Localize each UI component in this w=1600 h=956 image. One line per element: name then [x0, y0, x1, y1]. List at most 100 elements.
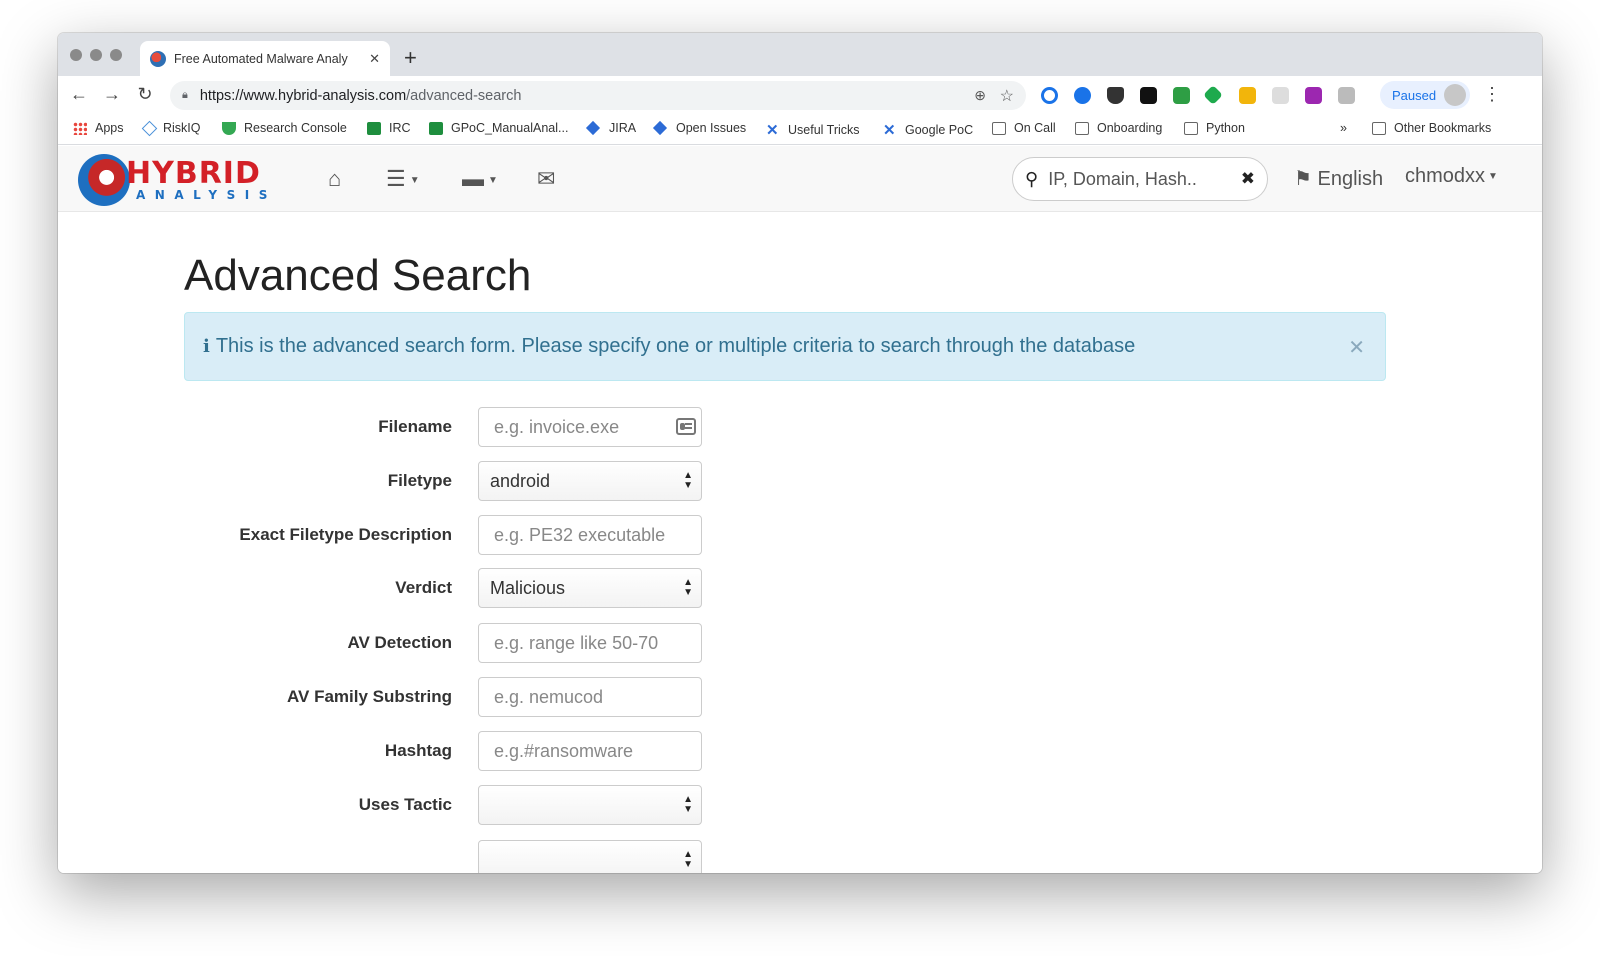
folder-icon — [1372, 121, 1386, 135]
bookmark-label: RiskIQ — [163, 121, 201, 135]
filetype-row: Filetype android ▲ ▼ — [58, 461, 758, 501]
bookmark-other[interactable]: Other Bookmarks — [1372, 121, 1491, 135]
verdict-select[interactable]: Malicious ▲ ▼ — [478, 568, 702, 608]
uses-tactic-select[interactable]: ▲ ▼ — [478, 785, 702, 825]
lock-icon: 🔒︎ — [182, 89, 188, 101]
close-tab-icon[interactable]: ✕ — [369, 51, 380, 67]
flag-icon: ⚑ — [1294, 168, 1312, 190]
bookmark-irc[interactable]: IRC — [367, 121, 411, 135]
alert-text: This is the advanced search form. Please… — [215, 335, 1136, 357]
filetype-description-row: Exact Filetype Description — [58, 515, 758, 555]
info-icon: i — [203, 336, 210, 357]
profile-button[interactable]: Paused — [1380, 81, 1470, 109]
uses-technique-select[interactable]: ▲ ▼ — [478, 840, 702, 873]
browser-toolbar: ← → ↻ 🔒︎ https://www.hybrid-analysis.com… — [58, 76, 1542, 114]
hashtag-input[interactable] — [478, 731, 702, 771]
forward-arrow-icon[interactable]: → — [101, 84, 123, 105]
search-input[interactable] — [1048, 168, 1199, 190]
info-alert: i This is the advanced search form. Plea… — [184, 312, 1386, 381]
bookmark-useful-tricks[interactable]: ✕ Useful Tricks — [766, 121, 860, 139]
zoom-extension-icon[interactable] — [1074, 87, 1091, 104]
filetype-value: android — [490, 470, 551, 491]
folder-dropdown-icon[interactable]: ▬ ▼ — [462, 166, 498, 192]
uses-tactic-row: Uses Tactic ▲ ▼ — [58, 785, 758, 825]
bookmark-label: Other Bookmarks — [1394, 121, 1492, 135]
av-family-input[interactable] — [478, 677, 702, 717]
bookmark-label: Python — [1206, 121, 1245, 135]
filename-row: Filename — [58, 407, 758, 447]
dismiss-alert-icon[interactable]: ✕ — [1348, 335, 1365, 360]
bookmark-riskiq[interactable]: RiskIQ — [141, 120, 201, 136]
filename-input[interactable] — [478, 407, 702, 447]
filetype-select[interactable]: android ▲ ▼ — [478, 461, 702, 501]
uses-technique-row-partial: ▲ ▼ — [58, 840, 758, 873]
hybrid-analysis-logo[interactable]: HYBRID ANALYSIS — [78, 152, 290, 208]
home-icon[interactable]: ⌂ — [328, 166, 341, 192]
bookmark-label: Onboarding — [1097, 121, 1163, 135]
back-arrow-icon[interactable]: ← — [68, 84, 90, 105]
logo-text-top: HYBRID — [126, 156, 261, 191]
pocket-icon[interactable] — [1107, 87, 1124, 104]
select-arrows-icon: ▲ ▼ — [683, 849, 693, 870]
tab-title: Free Automated Malware Analy — [174, 51, 348, 66]
reload-icon[interactable]: ↻ — [134, 84, 156, 105]
jira-icon — [652, 120, 668, 136]
close-window-button[interactable] — [70, 49, 82, 61]
notes-extension-icon[interactable] — [1239, 87, 1256, 104]
bookmarks-overflow-icon[interactable]: » — [1340, 121, 1347, 135]
av-detection-row: AV Detection — [58, 623, 758, 663]
bookmark-apps[interactable]: Apps — [73, 121, 124, 135]
minimize-window-button[interactable] — [90, 49, 102, 61]
filename-label: Filename — [378, 417, 452, 436]
filetype-label: Filetype — [387, 471, 452, 490]
jira-icon — [585, 120, 601, 136]
select-arrows-icon: ▲ ▼ — [683, 577, 693, 598]
expand-extension-icon[interactable] — [1272, 87, 1289, 104]
bookmark-label: Research Console — [244, 121, 347, 135]
bookmark-google-poc[interactable]: ✕ Google PoC — [883, 121, 973, 139]
medium-icon[interactable] — [1140, 87, 1157, 104]
bookmark-onboarding[interactable]: Onboarding — [1075, 121, 1162, 135]
menu-kebab-icon[interactable]: ⋮ — [1483, 84, 1501, 105]
av-detection-label: AV Detection — [347, 633, 452, 652]
bookmark-label: Useful Tricks — [788, 123, 860, 137]
bookmark-label: GPoC_ManualAnal... — [451, 121, 569, 135]
badge-extension-icon[interactable] — [1305, 87, 1322, 104]
av-family-row: AV Family Substring — [58, 677, 758, 717]
bookmark-on-call[interactable]: On Call — [992, 121, 1056, 135]
grey-extension-icon[interactable] — [1338, 87, 1355, 104]
clear-search-icon[interactable]: ✖ — [1241, 169, 1255, 189]
new-tab-button[interactable]: + — [404, 45, 417, 71]
list-dropdown-icon[interactable]: ☰ ▼ — [386, 166, 420, 192]
active-tab[interactable]: Free Automated Malware Analy ✕ — [140, 41, 390, 76]
site-navbar: HYBRID ANALYSIS ⌂ ☰▼ ▬▼ ✉ ⚲ ✖ ⚑ English … — [58, 146, 1542, 212]
envelope-icon[interactable]: ✉ — [537, 166, 555, 192]
riskiq-icon — [141, 120, 158, 136]
bookmark-star-icon[interactable]: ☆ — [1000, 86, 1014, 106]
bookmark-label: IRC — [389, 121, 411, 135]
bookmark-gpoc[interactable]: GPoC_ManualAnal... — [429, 121, 568, 135]
filetype-description-input[interactable] — [478, 515, 702, 555]
bookmark-label: Apps — [95, 121, 124, 135]
printer-extension-icon[interactable] — [1173, 87, 1190, 104]
zoom-icon[interactable]: ⊕ — [974, 87, 986, 104]
bookmark-jira[interactable]: JIRA — [585, 120, 636, 136]
confluence-icon: ✕ — [883, 122, 896, 139]
hashtag-row: Hashtag — [58, 731, 758, 771]
bookmark-python[interactable]: Python — [1184, 121, 1245, 135]
av-detection-input[interactable] — [478, 623, 702, 663]
extension-circle-icon[interactable] — [1041, 87, 1058, 104]
browser-window: Free Automated Malware Analy ✕ + ← → ↻ 🔒… — [58, 33, 1542, 873]
green-diamond-extension-icon[interactable] — [1203, 85, 1223, 105]
language-selector[interactable]: ⚑ English — [1294, 166, 1383, 191]
select-arrows-icon: ▲ ▼ — [683, 470, 693, 491]
zoom-window-button[interactable] — [110, 49, 122, 61]
sheets-icon — [429, 121, 443, 135]
bookmark-research-console[interactable]: Research Console — [222, 121, 347, 135]
user-menu[interactable]: chmodxx ▼ — [1405, 165, 1498, 188]
bookmark-open-issues[interactable]: Open Issues — [652, 120, 746, 136]
address-bar[interactable]: 🔒︎ https://www.hybrid-analysis.com/advan… — [170, 81, 1026, 110]
uses-tactic-label: Uses Tactic — [358, 795, 452, 814]
main-content: Advanced Search i This is the advanced s… — [58, 213, 1542, 873]
id-card-icon — [676, 418, 696, 435]
